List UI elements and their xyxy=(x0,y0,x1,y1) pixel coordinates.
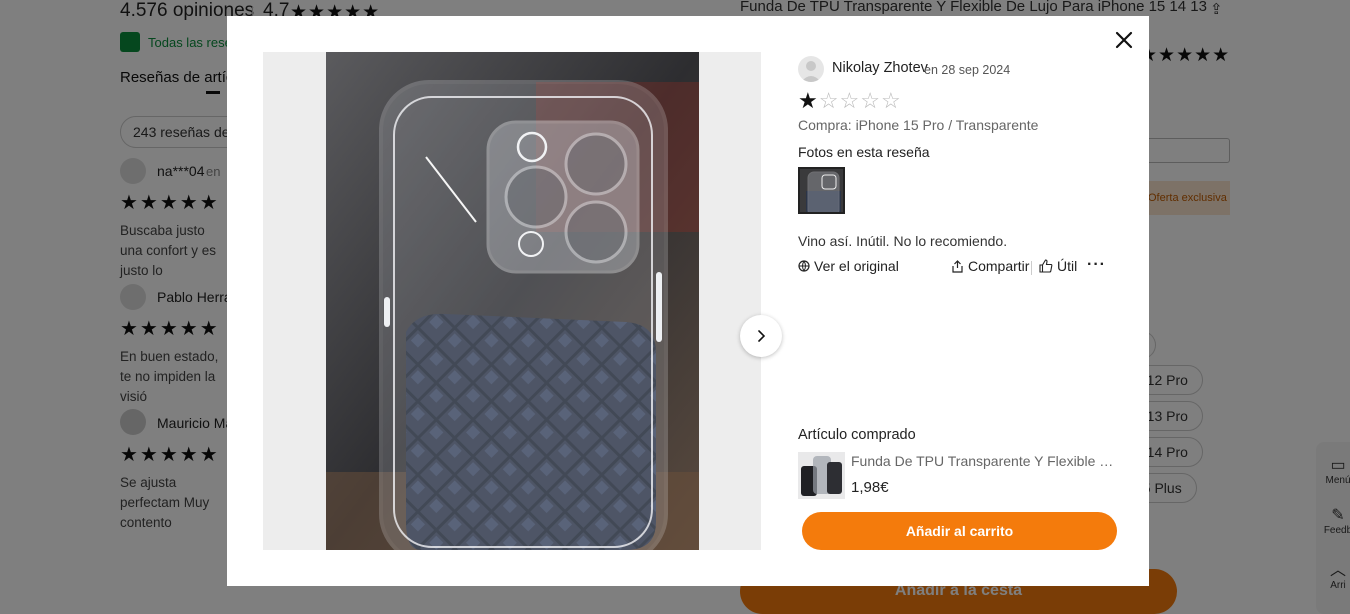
see-original-label: Ver el original xyxy=(814,258,899,274)
add-to-cart-button[interactable]: Añadir al carrito xyxy=(802,512,1117,550)
translate-icon xyxy=(798,260,810,272)
star-empty-icon: ☆ xyxy=(860,88,881,113)
chevron-right-icon xyxy=(758,330,766,342)
avatar xyxy=(798,56,824,82)
reviewer-name: Nikolay Zhotev xyxy=(832,60,928,76)
review-photo xyxy=(326,52,699,550)
divider xyxy=(1031,261,1032,275)
purchased-label: Artículo comprado xyxy=(798,427,916,443)
purchase-info: Compra: iPhone 15 Pro / Transparente xyxy=(798,117,1039,133)
more-options-icon[interactable]: ··· xyxy=(1087,256,1106,274)
star-empty-icon: ☆ xyxy=(839,88,861,113)
rating-stars: ★☆☆☆☆ xyxy=(798,88,902,114)
see-original-link[interactable]: Ver el original xyxy=(798,258,899,274)
photos-label: Fotos en esta reseña xyxy=(798,144,930,160)
useful-label: Útil xyxy=(1057,258,1078,274)
review-modal: Nikolay Zhotev en 28 sep 2024 ★☆☆☆☆ Comp… xyxy=(227,16,1149,586)
photo-viewer xyxy=(263,52,782,550)
phone-case-image xyxy=(326,52,699,550)
useful-button[interactable]: Útil xyxy=(1039,258,1077,274)
star-filled-icon: ★ xyxy=(798,88,819,113)
photo-thumbnail[interactable] xyxy=(798,167,845,214)
thumbs-up-icon xyxy=(1039,259,1053,273)
share-button[interactable]: Compartir xyxy=(951,258,1029,274)
product-thumbnail xyxy=(798,452,845,499)
close-icon xyxy=(1115,31,1133,49)
purchased-item-title[interactable]: Funda De TPU Transparente Y Flexible De … xyxy=(851,453,1121,469)
thumbnail-image xyxy=(800,169,843,212)
user-icon xyxy=(801,61,821,82)
star-empty-icon: ☆ xyxy=(880,88,902,113)
purchased-item-price: 1,98€ xyxy=(851,479,889,496)
next-photo-button[interactable] xyxy=(740,315,782,357)
review-date: en 28 sep 2024 xyxy=(924,63,1011,77)
star-empty-icon: ☆ xyxy=(818,88,840,113)
close-button[interactable] xyxy=(1112,28,1136,52)
review-text: Vino así. Inútil. No lo recomiendo. xyxy=(798,233,1008,249)
purchased-item-image[interactable] xyxy=(798,452,845,499)
share-label: Compartir xyxy=(968,258,1030,274)
share-icon xyxy=(952,259,963,273)
